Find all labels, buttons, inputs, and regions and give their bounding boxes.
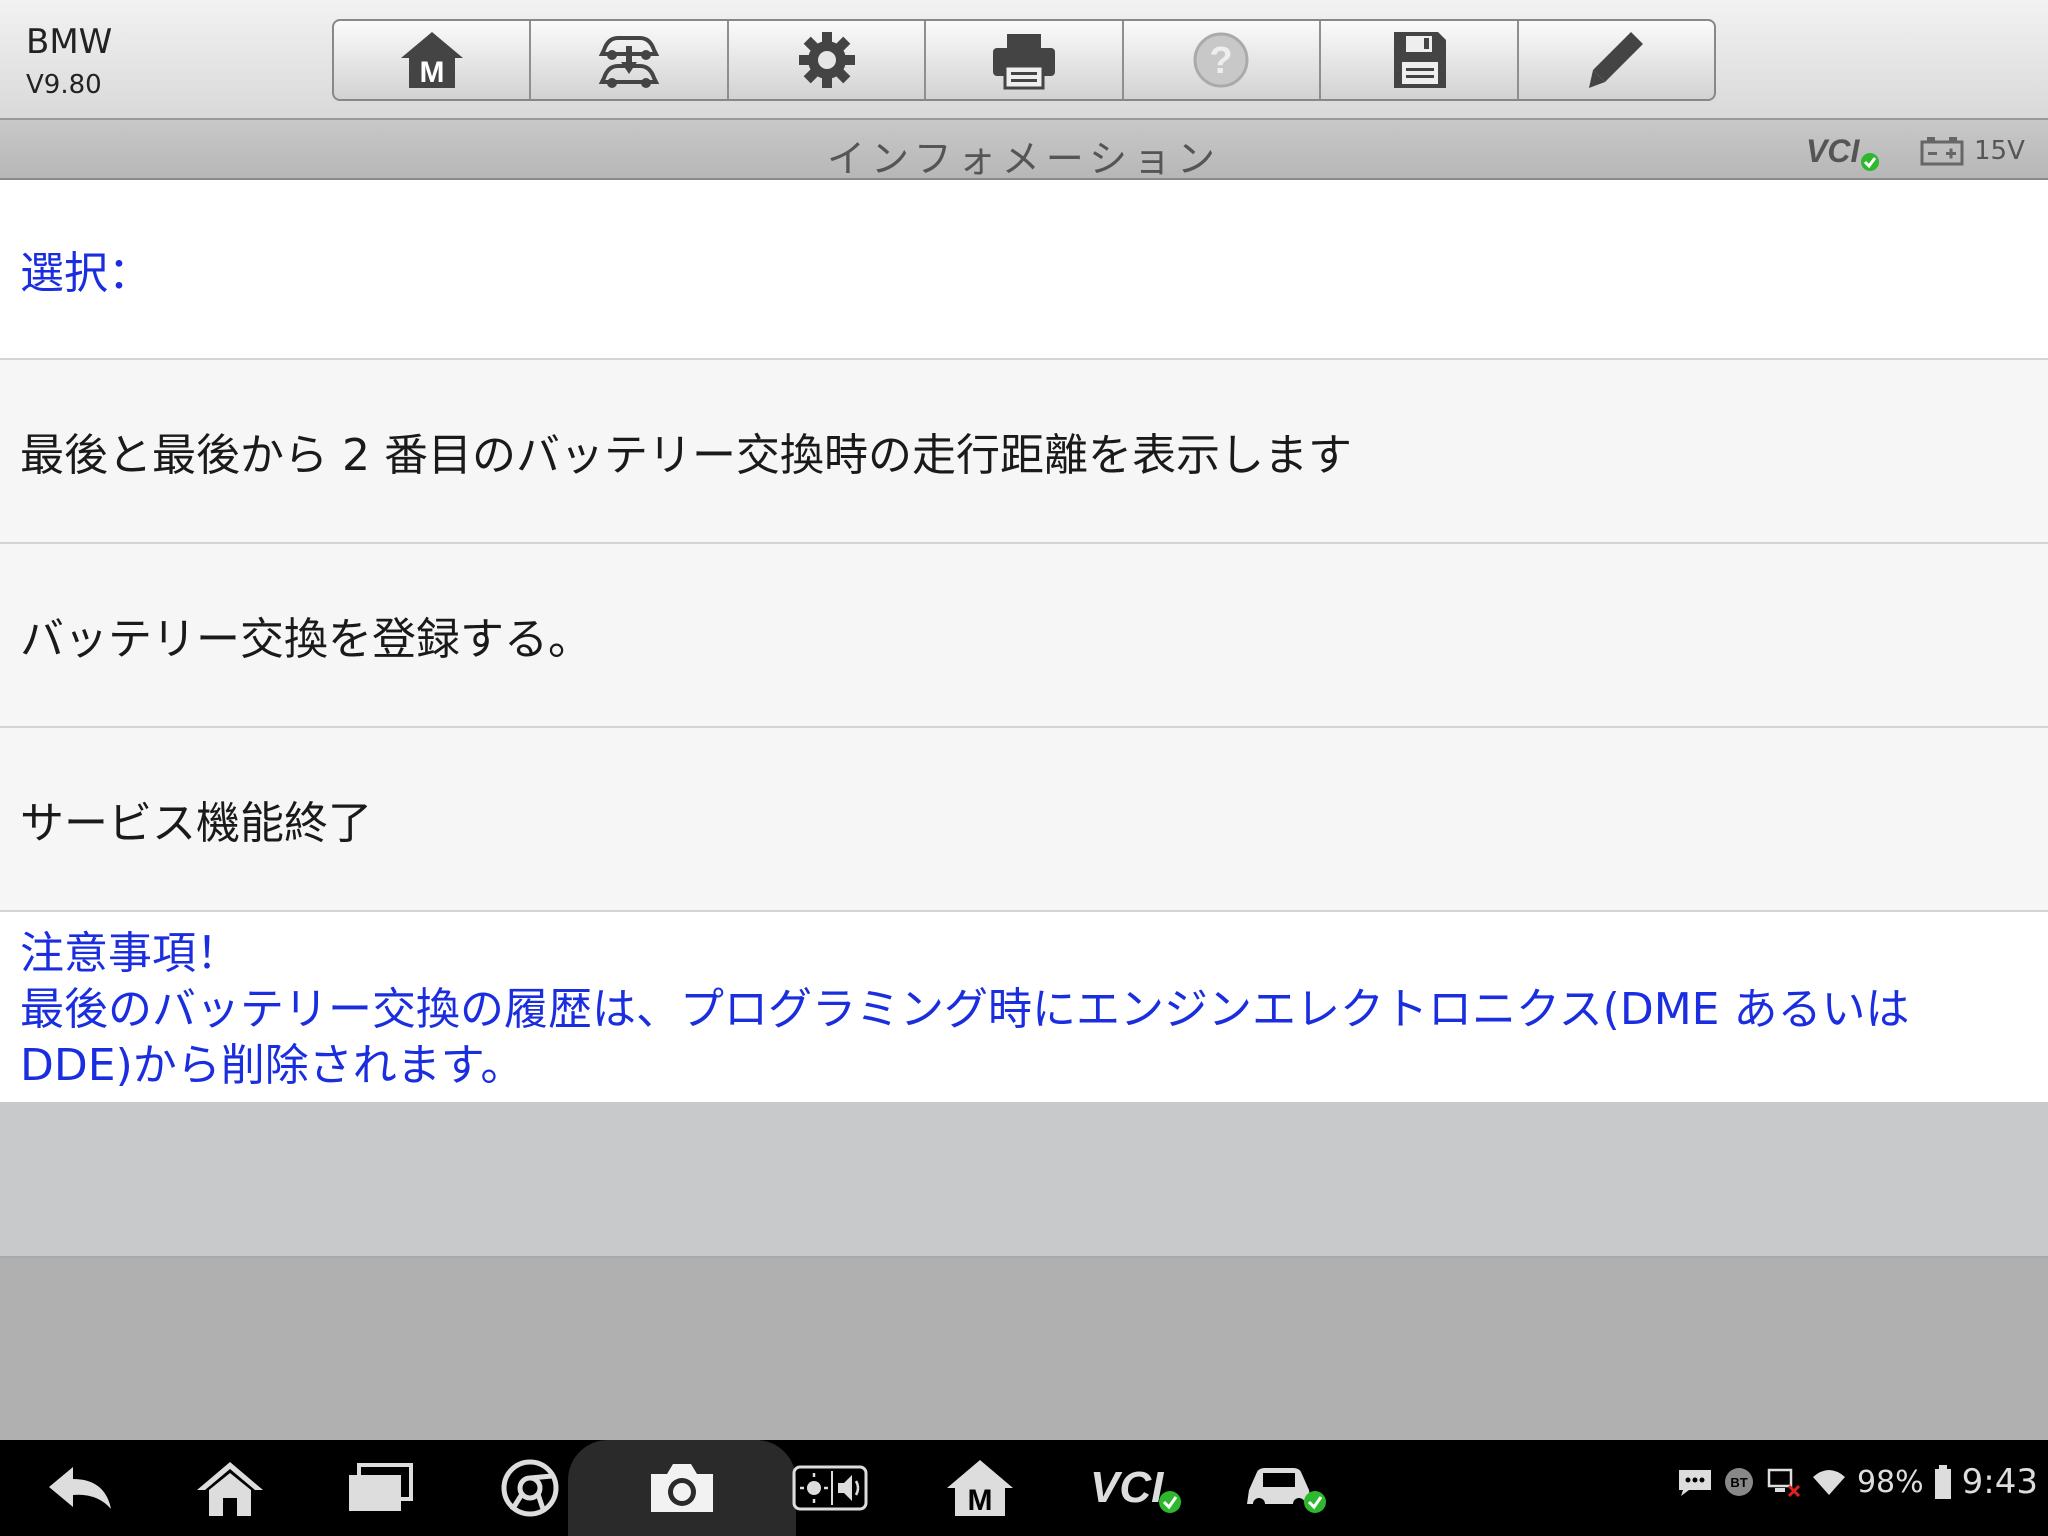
chrome-button[interactable] [490, 1454, 570, 1522]
battery-voltage: 15V [1974, 136, 2025, 166]
battery-status: 15V [1920, 136, 2025, 166]
print-button[interactable] [926, 21, 1124, 99]
list-item-exit-service[interactable]: サービス機能終了 [0, 728, 2048, 912]
status-area: BT 98% 9:43 [1677, 1462, 2038, 1502]
vci-connected-icon: VCI [1806, 133, 1879, 171]
title-bar: インフォメーション VCI 15V [0, 120, 2048, 181]
empty-panel-lower [0, 1258, 2048, 1440]
home-button[interactable]: M [334, 21, 532, 99]
printer-icon [992, 34, 1055, 90]
save-button[interactable] [1321, 21, 1519, 99]
list-item-register-battery[interactable]: バッテリー交換を登録する。 [0, 544, 2048, 728]
gear-icon [798, 32, 855, 88]
battery-icon [1934, 1465, 1951, 1499]
vehicle-swap-button[interactable] [531, 21, 729, 99]
save-icon [1393, 32, 1446, 88]
vehicle-swap-icon [598, 36, 660, 88]
network-disconnected-icon [1767, 1468, 1801, 1498]
vci-manager-button[interactable]: VCI [1088, 1454, 1188, 1522]
notice-body-line1: 最後のバッテリー交換の履歴は、プログラミング時にエンジンエレクトロニクス(DME… [20, 984, 1910, 1035]
wifi-icon [1812, 1470, 1845, 1495]
battery-percent: 98% [1856, 1464, 1924, 1500]
camera-icon [651, 1464, 713, 1512]
brightness-volume-icon [792, 1465, 868, 1511]
svg-text:M: M [968, 1484, 993, 1517]
main-toolbar: M ? [332, 19, 1716, 101]
back-arrow-icon [49, 1467, 111, 1509]
settings-button[interactable] [729, 21, 927, 99]
list-item-show-mileage[interactable]: 最後と最後から 2 番目のバッテリー交換時の走行距離を表示します [0, 360, 2048, 544]
recent-apps-button[interactable] [340, 1454, 420, 1522]
clock: 9:43 [1961, 1462, 2038, 1502]
page-title: インフォメーション [826, 137, 1222, 181]
notice-title: 注意事項！ [20, 928, 240, 979]
chrome-icon [501, 1459, 559, 1517]
vci-connected-icon: VCI [1090, 1463, 1181, 1513]
notice-box: 注意事項！ 最後のバッテリー交換の履歴は、プログラミング時にエンジンエレクトロニ… [0, 912, 2048, 1100]
app-version: V9.80 [26, 70, 102, 100]
m-home-icon: M [947, 1460, 1013, 1517]
selection-header: 選択： [0, 180, 2048, 360]
svg-text:M: M [419, 56, 444, 89]
m-home-icon: M [400, 32, 463, 89]
car-connected-icon [1247, 1468, 1326, 1513]
edit-button[interactable] [1519, 21, 1714, 99]
empty-panel-upper [0, 1102, 2048, 1258]
brightness-volume-button[interactable] [790, 1454, 870, 1522]
pencil-icon [1589, 32, 1644, 88]
top-bar: BMW V9.80 M ? [0, 0, 2048, 120]
house-icon [197, 1462, 263, 1516]
bluetooth-icon: BT [1724, 1468, 1753, 1496]
home-nav-button[interactable] [190, 1454, 270, 1522]
vci-status: VCI [1806, 132, 1886, 176]
menu-list: 選択： 最後と最後から 2 番目のバッテリー交換時の走行距離を表示します バッテ… [0, 180, 2048, 1100]
back-button[interactable] [40, 1454, 120, 1522]
app-name: BMW [26, 22, 113, 62]
vci-label: VCI [1806, 133, 1860, 169]
help-icon: ? [1193, 32, 1249, 88]
help-button[interactable]: ? [1124, 21, 1322, 99]
chat-notification-icon [1678, 1470, 1711, 1496]
notice-body-line2: DDE)から削除されます。 [20, 1040, 525, 1091]
recent-apps-icon [349, 1463, 413, 1511]
vehicle-connected-button[interactable] [1240, 1454, 1330, 1522]
svg-text:?: ? [1210, 40, 1233, 82]
maxisys-home-button[interactable]: M [940, 1454, 1020, 1522]
bt-label: BT [1730, 1475, 1747, 1490]
car-battery-icon [1920, 137, 1964, 166]
system-nav-bar: M VCI BT 98% 9:43 [0, 1440, 2048, 1536]
screenshot-button[interactable] [642, 1454, 722, 1522]
nav-vci-label: VCI [1090, 1463, 1164, 1512]
